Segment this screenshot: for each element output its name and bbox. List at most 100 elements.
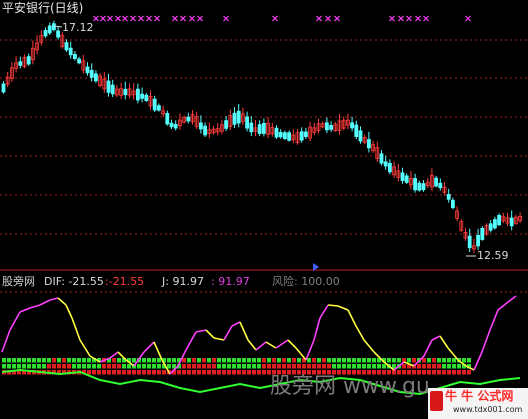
indicator-bar: [157, 364, 161, 369]
candle-body: [492, 219, 497, 229]
indicator-bar: [142, 370, 146, 375]
indicator-bar: [272, 364, 276, 369]
candle-body: [329, 125, 334, 130]
candle-body: [450, 199, 455, 209]
indicator-bar: [207, 358, 211, 363]
indicator-bar: [362, 364, 366, 369]
indicator-bar: [322, 364, 326, 369]
indicator-bar: [362, 358, 366, 363]
indicator-bar: [202, 358, 206, 363]
indicator-bar: [117, 370, 121, 375]
j-line-segment: [489, 309, 499, 331]
candle-body: [224, 120, 229, 129]
j-line-segment: [39, 299, 51, 306]
indicator-bar: [297, 358, 301, 363]
indicator-bar: [297, 364, 301, 369]
indicator-bar: [57, 358, 61, 363]
indicator-bar: [212, 358, 216, 363]
indicator-bar: [157, 370, 161, 375]
indicator-bar: [452, 358, 456, 363]
indicator-bar: [197, 364, 201, 369]
candle-body: [110, 84, 115, 95]
candle-body: [287, 132, 292, 141]
j-line-segment: [65, 304, 73, 319]
candle-body: [261, 122, 266, 134]
indicator-bar: [237, 358, 241, 363]
indicator-bar: [432, 364, 436, 369]
j-line-segment: [29, 304, 41, 309]
indicator-bar: [262, 370, 266, 375]
indicator-bar: [447, 364, 451, 369]
indicator-bar: [407, 358, 411, 363]
indicator-bar: [387, 358, 391, 363]
indicator-bar: [402, 364, 406, 369]
candle-body: [123, 88, 128, 96]
candle-body: [421, 183, 426, 191]
indicator-bar: [347, 358, 351, 363]
indicator-bar: [62, 358, 66, 363]
indicator-bar: [372, 364, 376, 369]
candle-body: [488, 223, 493, 231]
indicator-bar: [172, 358, 176, 363]
indicator-bar: [342, 364, 346, 369]
indicator-bar: [392, 358, 396, 363]
indicator-bar: [132, 358, 136, 363]
indicator-bar: [52, 364, 56, 369]
j-line-segment: [481, 329, 491, 353]
indicator-bar: [7, 358, 11, 363]
indicator-bar: [327, 358, 331, 363]
indicator-bar: [137, 364, 141, 369]
indicator-bar: [267, 364, 271, 369]
indicator-bar: [317, 358, 321, 363]
indicator-bar: [22, 364, 26, 369]
indicator-bar: [12, 358, 16, 363]
indicator-bar: [342, 358, 346, 363]
candle-body: [446, 193, 451, 200]
indicator-bar: [262, 358, 266, 363]
stock-chart[interactable]: [0, 0, 528, 419]
indicator-bar: [127, 370, 131, 375]
indicator-bar: [372, 358, 376, 363]
indicator-bar: [307, 358, 311, 363]
candle-body: [236, 110, 241, 124]
indicator-bar: [27, 364, 31, 369]
j-line-segment: [431, 335, 441, 341]
indicator-bar: [447, 358, 451, 363]
indicator-bar: [107, 370, 111, 375]
current-bar-marker-icon: [313, 263, 319, 271]
candle-body: [26, 56, 31, 65]
indicator-bar: [62, 364, 66, 369]
candle-body: [303, 131, 308, 137]
indicator-bar: [227, 364, 231, 369]
indicator-bar: [292, 358, 296, 363]
indicator-bar: [352, 364, 356, 369]
indicator-bar: [337, 358, 341, 363]
indicator-name: 股旁网: [2, 275, 35, 288]
indicator-bar: [252, 370, 256, 375]
indicator-bar: [327, 364, 331, 369]
candle-body: [64, 42, 69, 51]
indicator-bar: [267, 358, 271, 363]
indicator-bar: [412, 358, 416, 363]
j-line-segment: [109, 351, 119, 359]
j-line-segment: [239, 321, 249, 341]
logo-url: www.tdx001.com: [453, 405, 523, 414]
candle-body: [324, 122, 329, 131]
dif-readout-2: :-21.55: [105, 275, 145, 288]
candle-body: [404, 175, 409, 183]
candle-body: [152, 98, 157, 111]
candle-body: [379, 153, 384, 164]
j-line-segment: [223, 325, 233, 341]
indicator-bar: [222, 370, 226, 375]
indicator-bar: [382, 364, 386, 369]
indicator-bar: [37, 364, 41, 369]
indicator-bar: [137, 370, 141, 375]
indicator-bar: [2, 364, 6, 369]
indicator-bar: [192, 364, 196, 369]
logo-icon: [430, 391, 443, 411]
indicator-bar: [277, 364, 281, 369]
indicator-bar: [87, 370, 91, 375]
indicator-bar: [202, 364, 206, 369]
candle-body: [140, 93, 145, 99]
indicator-bar: [82, 358, 86, 363]
